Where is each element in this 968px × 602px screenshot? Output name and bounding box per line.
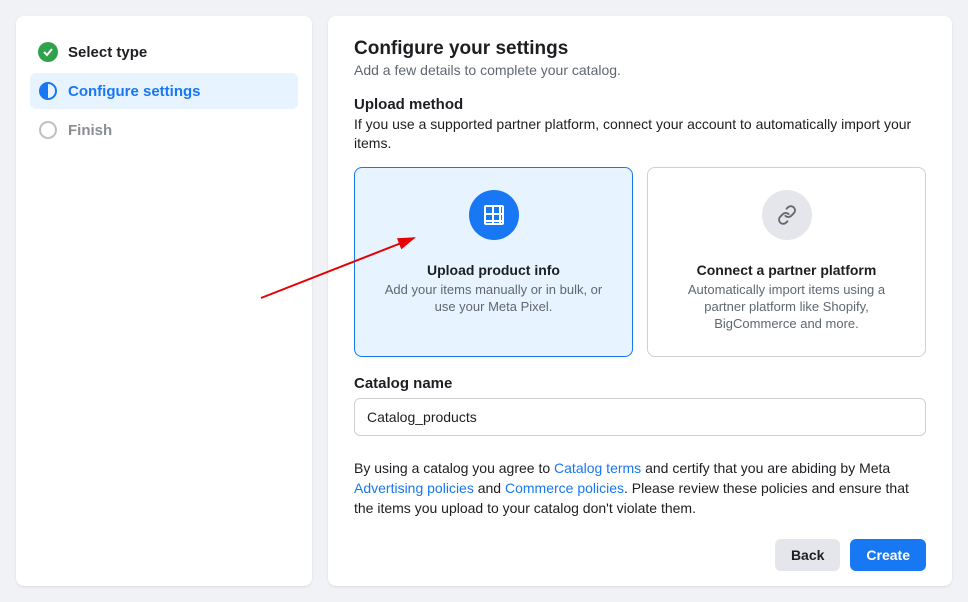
footer-actions: Back Create bbox=[354, 539, 926, 571]
empty-circle-icon bbox=[38, 120, 58, 140]
legal-text: By using a catalog you agree to Catalog … bbox=[354, 458, 926, 519]
steps-sidebar: Select type Configure settings Finish bbox=[16, 16, 312, 586]
grid-icon bbox=[469, 190, 519, 240]
link-advertising-policies[interactable]: Advertising policies bbox=[354, 480, 474, 496]
page-title: Configure your settings bbox=[354, 38, 926, 60]
link-catalog-terms[interactable]: Catalog terms bbox=[554, 460, 641, 476]
check-circle-icon bbox=[38, 42, 58, 62]
method-cards: Upload product info Add your items manua… bbox=[354, 167, 926, 357]
section-description: If you use a supported partner platform,… bbox=[354, 115, 926, 153]
create-button[interactable]: Create bbox=[850, 539, 926, 571]
section-upload-method: Upload method If you use a supported par… bbox=[354, 96, 926, 375]
link-commerce-policies[interactable]: Commerce policies bbox=[505, 480, 624, 496]
main-panel: Configure your settings Add a few detail… bbox=[328, 16, 952, 586]
step-label: Select type bbox=[68, 44, 147, 61]
section-heading: Upload method bbox=[354, 96, 926, 113]
step-label: Configure settings bbox=[68, 83, 201, 100]
catalog-name-input[interactable] bbox=[354, 398, 926, 436]
half-circle-icon bbox=[38, 81, 58, 101]
step-label: Finish bbox=[68, 122, 112, 139]
step-finish[interactable]: Finish bbox=[30, 112, 298, 148]
page-subtitle: Add a few details to complete your catal… bbox=[354, 62, 926, 78]
card-connect-partner[interactable]: Connect a partner platform Automatically… bbox=[647, 167, 926, 357]
step-configure-settings[interactable]: Configure settings bbox=[30, 73, 298, 109]
card-title: Upload product info bbox=[427, 262, 560, 278]
card-description: Add your items manually or in bulk, or u… bbox=[373, 282, 614, 316]
card-upload-product-info[interactable]: Upload product info Add your items manua… bbox=[354, 167, 633, 357]
card-description: Automatically import items using a partn… bbox=[666, 282, 907, 333]
link-icon bbox=[762, 190, 812, 240]
catalog-name-label: Catalog name bbox=[354, 375, 926, 392]
back-button[interactable]: Back bbox=[775, 539, 840, 571]
card-title: Connect a partner platform bbox=[697, 262, 877, 278]
step-select-type[interactable]: Select type bbox=[30, 34, 298, 70]
